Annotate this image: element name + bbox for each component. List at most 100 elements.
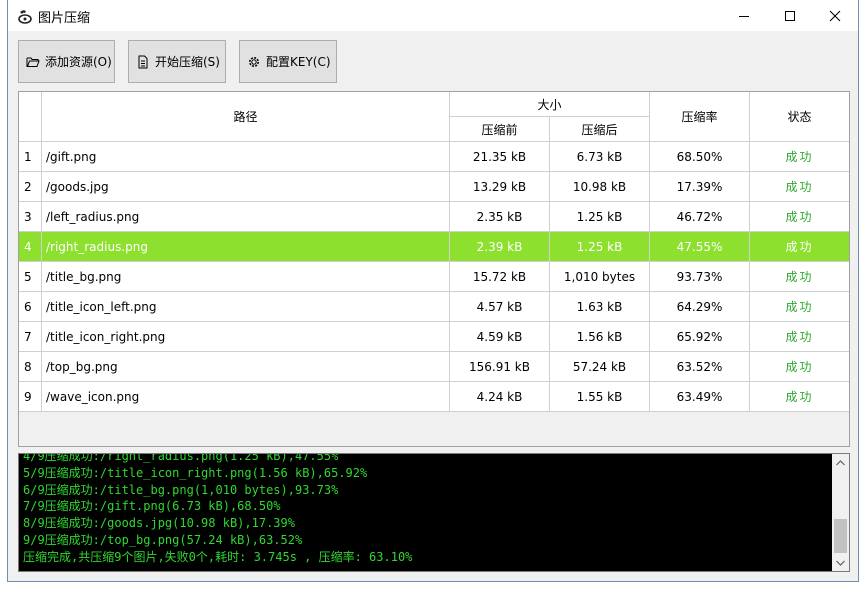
cell-size-after: 57.24 kB: [550, 352, 650, 382]
log-scrollbar[interactable]: [832, 454, 849, 571]
main-window: 图片压缩 添加资源(O) 开始压缩(S) 配置KEY(C) 路径 大小 压缩前 …: [7, 0, 859, 582]
compress-app-icon: [17, 8, 33, 24]
chevron-down-icon: [836, 560, 845, 566]
log-line: 7/9压缩成功:/gift.png(6.73 kB),68.50%: [23, 499, 281, 514]
cell-size-before: 15.72 kB: [450, 262, 550, 292]
table-row[interactable]: 5/title_bg.png 15.72 kB 1,010 bytes 93.73% 成…: [19, 262, 849, 292]
cell-path: /top_bg.png: [42, 352, 450, 382]
cell-path: /title_icon_right.png: [42, 322, 450, 352]
cell-rate: 17.39%: [650, 172, 750, 202]
table-row[interactable]: 4/right_radius.png 2.39 kB 1.25 kB 47.55% 成功: [19, 232, 849, 262]
cell-size-before: 21.35 kB: [450, 142, 550, 172]
cell-rate: 68.50%: [650, 142, 750, 172]
column-header-before[interactable]: 压缩前: [450, 117, 550, 142]
cell-size-after: 1.56 kB: [550, 322, 650, 352]
scroll-down-arrow[interactable]: [832, 554, 849, 571]
log-console[interactable]: 4/9压缩成功:/right_radius.png(1.25 kB),47.55…: [18, 453, 850, 572]
cell-status: 成功: [750, 142, 849, 172]
cell-status: 成功: [750, 322, 849, 352]
row-header-corner: [19, 92, 42, 142]
cell-status: 成功: [750, 352, 849, 382]
file-table: 路径 大小 压缩前 压缩后 压缩率 状态 1/gift.png 21.35 kB 6…: [18, 91, 850, 447]
cell-status: 成功: [750, 232, 849, 262]
maximize-button[interactable]: [767, 0, 813, 31]
row-index: 5: [19, 262, 42, 292]
title-bar[interactable]: 图片压缩: [8, 0, 858, 31]
chevron-up-icon: [836, 459, 845, 465]
cell-size-before: 156.91 kB: [450, 352, 550, 382]
column-header-status[interactable]: 状态: [750, 92, 849, 142]
log-line: 6/9压缩成功:/title_bg.png(1,010 bytes),93.73…: [23, 482, 339, 497]
cell-path: /gift.png: [42, 142, 450, 172]
cell-path: /goods.jpg: [42, 172, 450, 202]
table-row[interactable]: 6/title_icon_left.png 4.57 kB 1.63 kB 64.29…: [19, 292, 849, 322]
close-icon: [829, 10, 841, 21]
row-index: 6: [19, 292, 42, 322]
log-line: 4/9压缩成功:/right_radius.png(1.25 kB),47.55…: [23, 453, 339, 463]
cell-size-before: 2.35 kB: [450, 202, 550, 232]
cell-rate: 65.92%: [650, 322, 750, 352]
start-compress-label: 开始压缩(S): [155, 55, 220, 69]
cell-size-after: 1.55 kB: [550, 382, 650, 412]
window-title: 图片压缩: [38, 11, 91, 26]
minimize-button[interactable]: [721, 0, 767, 31]
cell-size-before: 4.57 kB: [450, 292, 550, 322]
cell-status: 成功: [750, 292, 849, 322]
cell-size-before: 2.39 kB: [450, 232, 550, 262]
maximize-icon: [785, 10, 795, 21]
column-header-size: 大小: [450, 92, 650, 117]
document-icon: [136, 55, 150, 69]
column-header-rate[interactable]: 压缩率: [650, 92, 750, 142]
cell-size-after: 1.25 kB: [550, 232, 650, 262]
row-index: 3: [19, 202, 42, 232]
cell-path: /wave_icon.png: [42, 382, 450, 412]
cell-size-after: 1,010 bytes: [550, 262, 650, 292]
cell-rate: 93.73%: [650, 262, 750, 292]
log-line: 9/9压缩成功:/top_bg.png(57.24 kB),63.52%: [23, 532, 303, 547]
row-index: 1: [19, 142, 42, 172]
cell-path: /title_bg.png: [42, 262, 450, 292]
table-row[interactable]: 3/left_radius.png 2.35 kB 1.25 kB 46.72% 成功: [19, 202, 849, 232]
table-row[interactable]: 7/title_icon_right.png 4.59 kB 1.56 kB 65.9…: [19, 322, 849, 352]
config-key-button[interactable]: 配置KEY(C): [239, 40, 337, 83]
log-text: 4/9压缩成功:/right_radius.png(1.25 kB),47.55…: [23, 453, 412, 566]
cell-size-before: 4.59 kB: [450, 322, 550, 352]
cell-status: 成功: [750, 382, 849, 412]
row-index: 9: [19, 382, 42, 412]
config-key-label: 配置KEY(C): [266, 55, 331, 69]
add-resource-button[interactable]: 添加资源(O): [18, 40, 115, 83]
table-row[interactable]: 1/gift.png 21.35 kB 6.73 kB 68.50% 成功: [19, 142, 849, 172]
start-compress-button[interactable]: 开始压缩(S): [128, 40, 226, 83]
gear-icon: [247, 55, 261, 69]
cell-path: /right_radius.png: [42, 232, 450, 262]
cell-status: 成功: [750, 202, 849, 232]
row-index: 4: [19, 232, 42, 262]
table-row[interactable]: 8/top_bg.png 156.91 kB 57.24 kB 63.52% 成功: [19, 352, 849, 382]
column-header-after[interactable]: 压缩后: [550, 117, 650, 142]
scroll-thumb[interactable]: [834, 519, 847, 553]
table-row[interactable]: 2/goods.jpg 13.29 kB 10.98 kB 17.39% 成功: [19, 172, 849, 202]
cell-size-after: 1.63 kB: [550, 292, 650, 322]
cell-rate: 46.72%: [650, 202, 750, 232]
cell-size-before: 13.29 kB: [450, 172, 550, 202]
row-index: 8: [19, 352, 42, 382]
cell-size-after: 10.98 kB: [550, 172, 650, 202]
cell-status: 成功: [750, 172, 849, 202]
cell-size-after: 6.73 kB: [550, 142, 650, 172]
cell-status: 成功: [750, 262, 849, 292]
cell-rate: 47.55%: [650, 232, 750, 262]
cell-size-after: 1.25 kB: [550, 202, 650, 232]
scroll-up-arrow[interactable]: [832, 454, 849, 471]
table-row[interactable]: 9/wave_icon.png 4.24 kB 1.55 kB 63.49% 成功: [19, 382, 849, 412]
cell-path: /title_icon_left.png: [42, 292, 450, 322]
log-line: 8/9压缩成功:/goods.jpg(10.98 kB),17.39%: [23, 516, 295, 531]
cell-rate: 64.29%: [650, 292, 750, 322]
column-header-path[interactable]: 路径: [42, 92, 450, 142]
row-index: 2: [19, 172, 42, 202]
cell-rate: 63.52%: [650, 352, 750, 382]
close-button[interactable]: [812, 0, 858, 31]
log-line: 5/9压缩成功:/title_icon_right.png(1.56 kB),6…: [23, 465, 368, 480]
cell-rate: 63.49%: [650, 382, 750, 412]
row-index: 7: [19, 322, 42, 352]
folder-open-icon: [26, 55, 40, 69]
